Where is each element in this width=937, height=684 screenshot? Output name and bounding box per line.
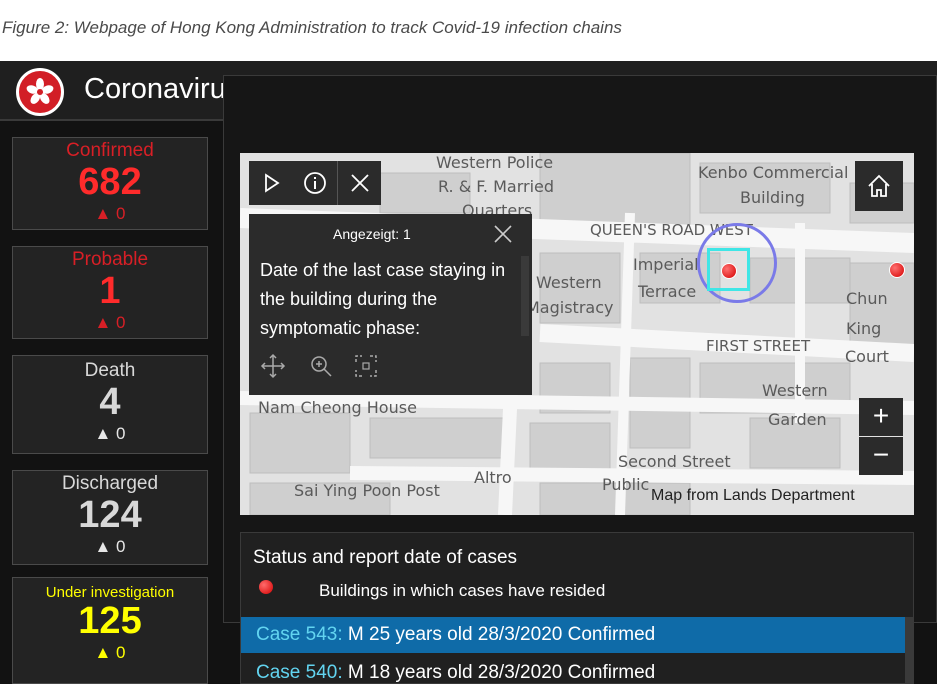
stat-label: Death — [84, 360, 136, 381]
stat-confirmed: Confirmed 682 ▲ 0 — [12, 137, 208, 230]
stat-delta: ▲ 0 — [94, 204, 126, 223]
case-marker[interactable] — [721, 263, 737, 279]
case-list-item[interactable]: Case 540: M 18 years old 28/3/2020 Confi… — [241, 655, 905, 683]
map-label: Nam Cheong House — [258, 398, 417, 417]
map-label: Sai Ying Poon Post — [294, 481, 440, 500]
stat-delta: ▲ 0 — [94, 537, 126, 556]
stat-delta: ▲ 0 — [94, 424, 126, 443]
stat-delta: ▲ 0 — [94, 313, 126, 332]
case-list-panel: Status and report date of cases Building… — [240, 532, 914, 684]
zoom-out-button[interactable]: − — [859, 437, 903, 475]
stat-under-investigation: Under investigation 125 ▲ 0 — [12, 577, 208, 684]
case-id: Case 540: — [256, 662, 343, 683]
map-label: Imperial — [633, 255, 699, 274]
stat-value: 124 — [78, 494, 142, 536]
map-label: Chun — [846, 289, 888, 308]
stat-value: 125 — [78, 600, 142, 642]
map-label: Public — [602, 475, 650, 494]
figure-caption: Figure 2: Webpage of Hong Kong Administr… — [2, 18, 622, 37]
case-marker[interactable] — [889, 262, 905, 278]
popup-title: Angezeigt: 1 — [333, 226, 411, 242]
case-description: M 25 years old 28/3/2020 Confirmed — [347, 624, 656, 645]
bauhinia-emblem-icon — [16, 68, 64, 116]
stat-value: 1 — [99, 270, 121, 312]
map-label: Altro — [474, 468, 512, 487]
legend-label: Buildings in which cases have resided — [319, 581, 606, 600]
stat-label: Confirmed — [66, 140, 154, 161]
map-label: R. & F. Married — [438, 177, 555, 196]
map-toolbar — [249, 161, 381, 205]
home-icon[interactable] — [855, 161, 903, 211]
legend-marker-icon — [259, 580, 273, 594]
map-label: Court — [845, 347, 889, 366]
map-label: Western — [762, 381, 828, 400]
close-icon[interactable] — [337, 161, 381, 205]
stat-probable: Probable 1 ▲ 0 — [12, 246, 208, 339]
zoom-to-icon[interactable] — [307, 352, 335, 380]
stat-label: Under investigation — [45, 584, 175, 601]
map-label: Second Street — [618, 452, 731, 471]
zoom-in-button[interactable]: + — [859, 398, 903, 436]
map-label: King — [846, 319, 882, 338]
stat-discharged: Discharged 124 ▲ 0 — [12, 470, 208, 565]
map-attribution: Map from Lands Department — [651, 487, 855, 504]
pan-icon[interactable] — [259, 352, 287, 380]
case-id: Case 543: — [256, 624, 343, 645]
popup-actions — [257, 350, 397, 382]
map-label: FIRST STREET — [706, 337, 811, 355]
stat-delta: ▲ 0 — [94, 643, 126, 662]
stat-value: 4 — [99, 381, 121, 423]
map-label: Garden — [768, 410, 827, 429]
select-extent-icon[interactable] — [352, 352, 380, 380]
map-label: Western — [536, 273, 602, 292]
map-label: Western Police — [436, 153, 554, 172]
case-description: M 18 years old 28/3/2020 Confirmed — [347, 662, 656, 683]
stat-label: Discharged — [61, 473, 159, 494]
map-label: Building — [740, 188, 805, 207]
play-icon[interactable] — [249, 161, 293, 205]
popup-body-text: Date of the last case staying in the bui… — [260, 260, 506, 338]
stat-label: Probable — [71, 249, 149, 270]
popup-scrollbar[interactable] — [521, 256, 529, 336]
stat-value: 682 — [78, 161, 142, 203]
case-list-item[interactable]: Case 543: M 25 years old 28/3/2020 Confi… — [241, 617, 905, 653]
map-label: Terrace — [638, 282, 697, 301]
info-icon[interactable] — [293, 161, 337, 205]
list-title: Status and report date of cases — [253, 547, 518, 568]
popup-close-icon[interactable] — [491, 222, 515, 246]
list-scrollbar[interactable] — [905, 617, 913, 683]
map-label: Kenbo Commercial — [698, 163, 849, 182]
map-popup: Angezeigt: 1 Date of the last case stayi… — [249, 214, 532, 395]
map-label: Magistracy — [526, 298, 614, 317]
stat-death: Death 4 ▲ 0 — [12, 355, 208, 454]
